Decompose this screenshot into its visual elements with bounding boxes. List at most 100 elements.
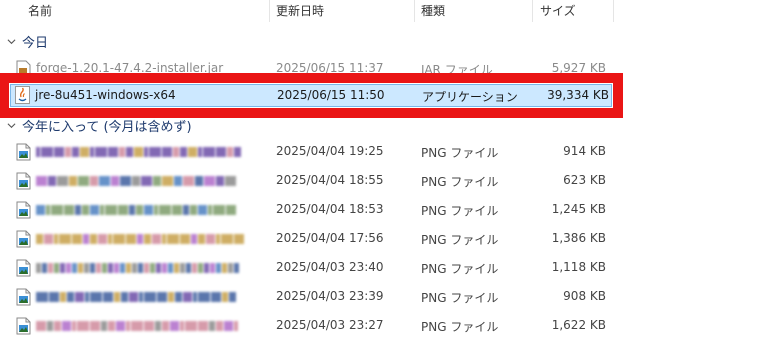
- redaction-block: [198, 292, 210, 302]
- redaction-block: [111, 176, 119, 186]
- redaction-block: [90, 321, 100, 331]
- redaction-block: [67, 292, 74, 302]
- redaction-block: [198, 205, 207, 215]
- redaction-block: [90, 263, 95, 273]
- group-header-today[interactable]: 今日: [0, 30, 48, 52]
- redaction-block: [192, 263, 197, 273]
- redaction-block: [210, 263, 215, 273]
- redaction-block: [216, 147, 226, 157]
- redaction-block: [129, 292, 138, 302]
- file-type: PNG ファイル: [421, 262, 499, 276]
- group-header-this-year[interactable]: 今年に入って (今月は含めず): [0, 114, 192, 136]
- redaction-block: [183, 176, 194, 186]
- redaction-block: [216, 263, 221, 273]
- redaction-block: [59, 234, 71, 244]
- file-name-redacted: [36, 205, 250, 215]
- redaction-block: [234, 321, 238, 331]
- column-date[interactable]: 更新日時: [276, 2, 324, 19]
- file-size: 1,386 KB: [551, 231, 606, 245]
- file-size: 1,245 KB: [551, 202, 606, 216]
- column-type[interactable]: 種類: [421, 2, 445, 19]
- png-file-icon: [16, 201, 31, 219]
- redaction-block: [95, 147, 107, 157]
- file-row-png[interactable]: 2025/04/04 18:55 PNG ファイル 623 KB: [0, 169, 780, 193]
- redaction-block: [36, 263, 41, 273]
- column-name[interactable]: 名前: [28, 2, 52, 19]
- redaction-block: [137, 234, 143, 244]
- png-file-icon: [16, 172, 31, 190]
- file-type: PNG ファイル: [421, 233, 499, 247]
- redaction-block: [211, 292, 221, 302]
- file-date: 2025/04/04 18:53: [276, 202, 384, 216]
- redaction-block: [126, 263, 131, 273]
- column-size[interactable]: サイズ: [540, 2, 576, 19]
- redaction-block: [102, 263, 107, 273]
- file-size: 1,118 KB: [551, 260, 606, 274]
- redaction-block: [209, 321, 215, 331]
- redaction-block: [155, 321, 161, 331]
- redaction-block: [174, 263, 179, 273]
- file-row-jre-selected[interactable]: jre-8u451-windows-x64 2025/06/15 11:50 ア…: [10, 84, 612, 107]
- redaction-block: [41, 147, 53, 157]
- redaction-block: [152, 234, 161, 244]
- redaction-block: [72, 263, 77, 273]
- redaction-block: [168, 263, 173, 273]
- redaction-block: [204, 176, 215, 186]
- redaction-block: [180, 321, 184, 331]
- redaction-block: [72, 321, 76, 331]
- redaction-block: [114, 263, 119, 273]
- group-title: 今年に入って (今月は含めず): [22, 119, 192, 135]
- redaction-block: [144, 205, 153, 215]
- file-name-redacted: [36, 292, 250, 302]
- redaction-block: [154, 205, 158, 215]
- redaction-block: [36, 205, 45, 215]
- redaction-block: [131, 321, 143, 331]
- column-divider[interactable]: [532, 0, 533, 22]
- redaction-block: [48, 176, 56, 186]
- redaction-block: [186, 263, 191, 273]
- redaction-block: [175, 292, 182, 302]
- redaction-block: [108, 234, 112, 244]
- redaction-block: [108, 147, 118, 157]
- file-row-png[interactable]: 2025/04/03 23:40 PNG ファイル 1,118 KB: [0, 256, 780, 280]
- redaction-block: [229, 292, 236, 302]
- redaction-block: [172, 205, 182, 215]
- column-divider[interactable]: [414, 0, 415, 22]
- redaction-block: [120, 176, 131, 186]
- redaction-block: [195, 176, 203, 186]
- file-size: 623 KB: [563, 173, 606, 187]
- redaction-block: [162, 263, 167, 273]
- redaction-block: [126, 321, 130, 331]
- column-divider[interactable]: [613, 0, 614, 22]
- redaction-block: [216, 321, 223, 331]
- file-row-png[interactable]: 2025/04/04 18:53 PNG ファイル 1,245 KB: [0, 198, 780, 222]
- file-date: 2025/04/04 18:55: [276, 173, 384, 187]
- redaction-block: [47, 321, 53, 331]
- redaction-block: [234, 234, 244, 244]
- redaction-block: [226, 205, 236, 215]
- column-divider[interactable]: [269, 0, 270, 22]
- redaction-block: [150, 263, 155, 273]
- highlight-inner: jre-8u451-windows-x64 2025/06/15 11:50 ア…: [9, 83, 613, 108]
- file-row-png[interactable]: 2025/04/03 23:27 PNG ファイル 1,622 KB: [0, 314, 780, 338]
- redaction-block: [75, 292, 84, 302]
- redaction-block: [72, 234, 82, 244]
- png-file-icon: [16, 288, 31, 306]
- redaction-block: [77, 321, 89, 331]
- file-row-png[interactable]: 2025/04/03 23:39 PNG ファイル 908 KB: [0, 285, 780, 309]
- redaction-block: [134, 147, 143, 157]
- file-date: 2025/04/04 19:25: [276, 144, 384, 158]
- file-row-png[interactable]: 2025/04/04 17:56 PNG ファイル 1,386 KB: [0, 227, 780, 251]
- redaction-block: [222, 263, 227, 273]
- file-row-png[interactable]: 2025/04/04 19:25 PNG ファイル 914 KB: [0, 140, 780, 164]
- redaction-block: [54, 234, 58, 244]
- file-type: PNG ファイル: [421, 175, 499, 189]
- redaction-block: [170, 321, 179, 331]
- redaction-block: [190, 205, 197, 215]
- png-file-icon: [16, 317, 31, 335]
- redaction-block: [36, 292, 48, 302]
- redaction-block: [174, 176, 182, 186]
- chevron-down-icon: [7, 122, 16, 128]
- redaction-block: [132, 263, 137, 273]
- file-name-redacted: [36, 321, 250, 331]
